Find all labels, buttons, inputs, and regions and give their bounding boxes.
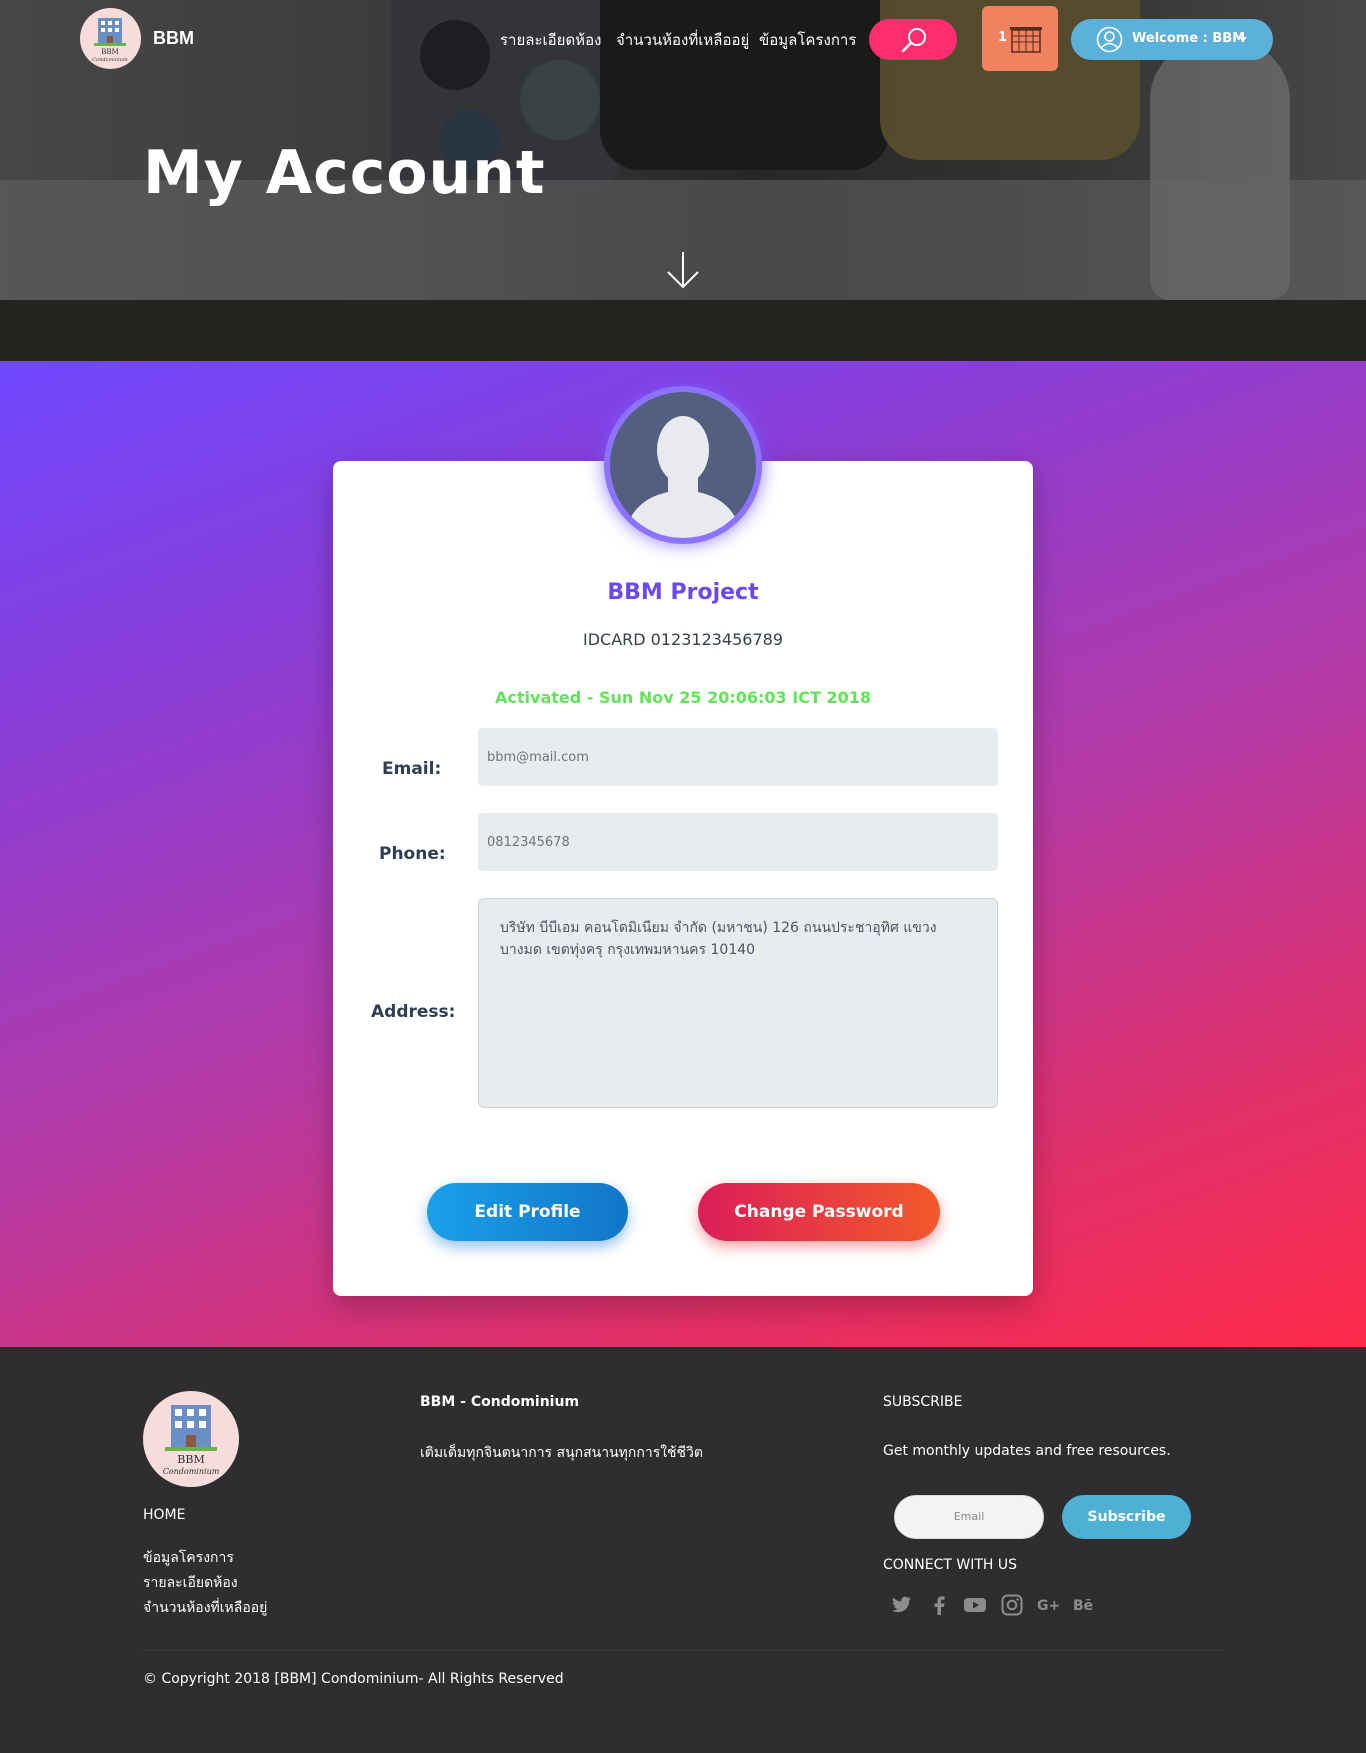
instagram-icon[interactable] xyxy=(1000,1593,1024,1617)
footer-link-project-info[interactable]: ข้อมูลโครงการ xyxy=(143,1547,234,1569)
address-label: Address: xyxy=(371,1002,456,1022)
chevron-down-icon xyxy=(1239,37,1247,42)
profile-name: BBM Project xyxy=(607,580,759,605)
cart-button[interactable]: 1 xyxy=(982,6,1058,71)
nav-link-room-details[interactable]: รายละเอียดห้อง xyxy=(500,28,601,52)
phone-field[interactable]: 0812345678 xyxy=(478,813,998,871)
facebook-icon[interactable] xyxy=(927,1593,951,1617)
behance-icon[interactable]: Bē xyxy=(1073,1593,1097,1617)
avatar-placeholder-icon xyxy=(624,416,742,538)
page-title: My Account xyxy=(143,138,546,208)
email-field[interactable]: bbm@mail.com xyxy=(478,728,998,786)
connect-title: CONNECT WITH US xyxy=(883,1557,1017,1573)
subscribe-text: Get monthly updates and free resources. xyxy=(883,1443,1171,1459)
activation-status: Activated - Sun Nov 25 20:06:03 ICT 2018 xyxy=(495,688,871,707)
user-icon xyxy=(1096,26,1123,53)
user-menu-dropdown[interactable]: Welcome : BBM xyxy=(1071,19,1273,60)
search-icon xyxy=(901,28,926,53)
svg-text:BBM: BBM xyxy=(101,48,118,56)
brand-name[interactable]: BBM xyxy=(153,28,194,49)
svg-text:BBM: BBM xyxy=(177,1453,204,1466)
footer-logo[interactable]: BBM Condominium xyxy=(143,1391,239,1487)
search-button[interactable] xyxy=(869,19,957,60)
building-icon xyxy=(1010,27,1042,53)
address-textarea[interactable]: บริษัท บีบีเอม คอนโดมิเนียม จำกัด (มหาชน… xyxy=(478,898,998,1108)
arrow-down-icon[interactable] xyxy=(665,250,701,290)
svg-text:Bē: Bē xyxy=(1073,1598,1093,1614)
nav-link-rooms-remaining[interactable]: จำนวนห้องที่เหลืออยู่ xyxy=(616,28,749,52)
svg-text:G+: G+ xyxy=(1037,1598,1060,1614)
cart-count: 1 xyxy=(998,30,1008,45)
subscribe-email-input[interactable]: Email xyxy=(894,1495,1044,1539)
footer-link-room-details[interactable]: รายละเอียดห้อง xyxy=(143,1572,238,1594)
nav-link-project-info[interactable]: ข้อมูลโครงการ xyxy=(759,28,856,52)
footer-company-title: BBM - Condominium xyxy=(420,1394,580,1410)
copyright: © Copyright 2018 [BBM] Condominium- All … xyxy=(143,1671,564,1687)
footer-divider xyxy=(143,1650,1223,1651)
brand-logo[interactable]: BBM Condominium xyxy=(80,8,141,69)
svg-text:Condominium: Condominium xyxy=(92,57,128,63)
change-password-button[interactable]: Change Password xyxy=(698,1183,940,1241)
footer-home-link[interactable]: HOME xyxy=(143,1507,185,1523)
google-plus-icon[interactable]: G+ xyxy=(1037,1593,1061,1617)
footer-tagline: เติมเต็มทุกจินตนาการ สนุกสนานทุกการใช้ชี… xyxy=(420,1445,704,1461)
svg-text:Condominium: Condominium xyxy=(163,1467,220,1476)
footer-link-rooms-remaining[interactable]: จำนวนห้องที่เหลืออยู่ xyxy=(143,1597,267,1619)
profile-idcard: IDCARD 0123123456789 xyxy=(582,630,783,649)
subscribe-title: SUBSCRIBE xyxy=(883,1394,963,1410)
profile-avatar xyxy=(604,386,762,544)
subscribe-button[interactable]: Subscribe xyxy=(1062,1495,1191,1539)
email-label: Email: xyxy=(382,759,442,779)
phone-label: Phone: xyxy=(379,844,446,864)
welcome-label: Welcome : BBM xyxy=(1132,31,1246,46)
youtube-icon[interactable] xyxy=(963,1593,987,1617)
edit-profile-button[interactable]: Edit Profile xyxy=(427,1183,628,1241)
twitter-icon[interactable] xyxy=(889,1593,913,1617)
